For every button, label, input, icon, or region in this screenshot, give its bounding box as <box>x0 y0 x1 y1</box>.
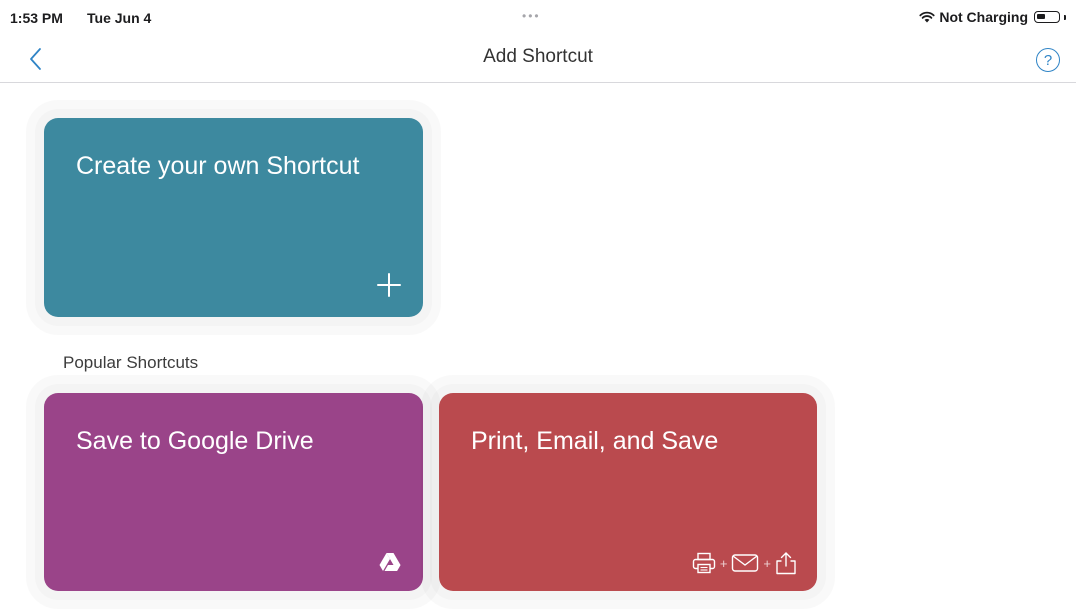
battery-icon <box>1034 11 1060 23</box>
battery-cap <box>1064 14 1066 20</box>
charging-status: Not Charging <box>939 9 1028 25</box>
status-right: Not Charging <box>919 9 1066 25</box>
print-email-save-icons: + + <box>692 551 797 575</box>
plus-icon <box>377 273 401 297</box>
envelope-icon <box>732 554 759 572</box>
status-date: Tue Jun 4 <box>87 10 152 26</box>
share-icon <box>776 552 796 575</box>
popular-shortcuts-heading: Popular Shortcuts <box>63 353 199 372</box>
save-to-google-drive-title: Save to Google Drive <box>76 427 314 455</box>
create-shortcut-title: Create your own Shortcut <box>76 152 360 180</box>
print-email-save-title: Print, Email, and Save <box>471 427 719 455</box>
printer-icon <box>692 552 716 574</box>
navigation-bar: Add Shortcut ? <box>0 34 1076 83</box>
wifi-icon <box>919 11 935 23</box>
status-time: 1:53 PM <box>10 10 63 26</box>
help-button[interactable]: ? <box>1036 48 1060 72</box>
multitasking-dots[interactable]: ••• <box>522 9 541 23</box>
status-bar: 1:53 PM Tue Jun 4 ••• Not Charging <box>0 0 1076 34</box>
page-title: Add Shortcut <box>483 46 593 67</box>
google-drive-icon <box>379 553 401 571</box>
separator-plus: + <box>763 555 771 571</box>
save-to-google-drive-card[interactable]: Save to Google Drive <box>44 393 423 591</box>
separator-plus: + <box>719 555 728 571</box>
print-email-save-card[interactable]: Print, Email, and Save + + <box>439 393 817 591</box>
create-shortcut-card[interactable]: Create your own Shortcut <box>44 118 423 317</box>
